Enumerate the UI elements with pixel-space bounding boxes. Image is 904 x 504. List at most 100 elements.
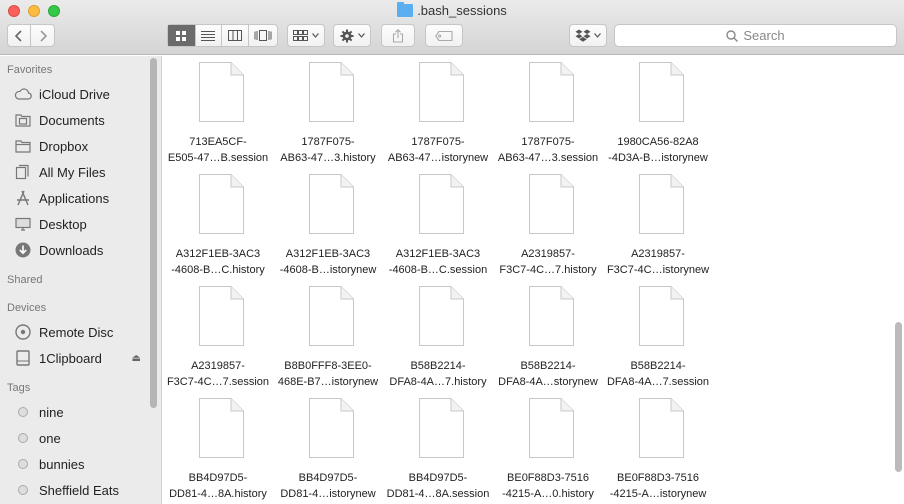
document-icon xyxy=(639,62,684,122)
document-icon xyxy=(529,286,574,346)
sidebar-tag-sheffield-eats[interactable]: Sheffield Eats xyxy=(0,477,161,503)
toolbar: .bash_sessions Search xyxy=(0,0,904,55)
file-name-line2: -4D3A-B…istorynew xyxy=(608,152,708,164)
file-item[interactable]: BB4D97D5- DD81-4…istorynew xyxy=(273,396,383,504)
sidebar-tag-bunnies[interactable]: bunnies xyxy=(0,451,161,477)
tag-dot-icon xyxy=(18,433,28,443)
sidebar-item-label: nine xyxy=(39,404,64,420)
file-item[interactable]: 1980CA56-82A8 -4D3A-B…istorynew xyxy=(603,60,713,170)
file-item[interactable]: 1787F075- AB63-47…3.history xyxy=(273,60,383,170)
file-name-line1: 713EA5CF- xyxy=(189,136,247,148)
file-item[interactable]: B8B0FFF8-3EE0- 468E-B7…istorynew xyxy=(273,284,383,394)
sidebar-item-label: one xyxy=(39,430,61,446)
edit-tags-button[interactable] xyxy=(425,24,463,47)
file-item[interactable]: B58B2214- DFA8-4A…7.history xyxy=(383,284,493,394)
sidebar-item-label: 1Clipboard xyxy=(39,350,102,366)
file-name-line2: AB63-47…3.history xyxy=(280,152,376,164)
file-name-line1: A312F1EB-3AC3 xyxy=(395,248,481,260)
sidebar-scrollbar[interactable] xyxy=(150,58,157,408)
sidebar-item-all-my-files[interactable]: All My Files xyxy=(0,159,161,185)
document-icon xyxy=(639,174,684,234)
file-name-line2: AB63-47…istorynew xyxy=(387,152,489,164)
window-title: .bash_sessions xyxy=(0,2,904,18)
file-name-line2: -4215-A…0.history xyxy=(502,488,594,500)
file-item[interactable]: BE0F88D3-7516 -4215-A…istorynew xyxy=(603,396,713,504)
file-name-line1: A312F1EB-3AC3 xyxy=(175,248,261,260)
file-item[interactable]: 713EA5CF- E505-47…B.session xyxy=(163,60,273,170)
file-item[interactable]: A312F1EB-3AC3 -4608-B…C.session xyxy=(383,172,493,282)
share-icon xyxy=(392,28,404,43)
downloads-icon xyxy=(14,241,32,259)
file-name-line2: F3C7-4C…7.history xyxy=(499,264,597,276)
sidebar-item-label: Sheffield Eats xyxy=(39,482,119,498)
content-scrollbar[interactable] xyxy=(895,322,902,472)
forward-button[interactable] xyxy=(31,25,54,46)
file-name-line1: 1787F075- xyxy=(521,136,575,148)
applications-icon xyxy=(14,189,32,207)
eject-icon[interactable]: ⏏ xyxy=(132,353,141,364)
file-name: A2319857- F3C7-4C…7.history xyxy=(493,246,603,278)
document-icon xyxy=(529,62,574,122)
file-item[interactable]: A312F1EB-3AC3 -4608-B…C.history xyxy=(163,172,273,282)
file-name-line2: -4608-B…C.history xyxy=(171,264,265,276)
sidebar-item-dropbox[interactable]: Dropbox xyxy=(0,133,161,159)
sidebar-item-desktop[interactable]: Desktop xyxy=(0,211,161,237)
file-name-line2: DFA8-4A…7.history xyxy=(389,376,487,388)
file-name-line2: F3C7-4C…istorynew xyxy=(606,264,710,276)
sidebar-item-documents[interactable]: Documents xyxy=(0,107,161,133)
file-name-line1: B58B2214- xyxy=(630,360,686,372)
sidebar-item-1clipboard[interactable]: 1Clipboard ⏏ xyxy=(0,345,161,371)
back-button[interactable] xyxy=(8,25,32,46)
file-item[interactable]: BB4D97D5- DD81-4…8A.session xyxy=(383,396,493,504)
folder-icon xyxy=(397,2,414,17)
list-view-button[interactable] xyxy=(196,25,223,46)
sidebar-tag-nine[interactable]: nine xyxy=(0,399,161,425)
file-name: 1787F075- AB63-47…istorynew xyxy=(383,134,493,166)
file-item[interactable]: B58B2214- DFA8-4A…storynew xyxy=(493,284,603,394)
share-button[interactable] xyxy=(381,24,415,47)
all-files-icon xyxy=(14,163,32,181)
dropbox-button[interactable] xyxy=(569,24,607,47)
file-name-line1: 1787F075- xyxy=(411,136,465,148)
action-button[interactable] xyxy=(333,24,371,47)
arrange-button[interactable] xyxy=(287,24,325,47)
file-item[interactable]: 1787F075- AB63-47…3.session xyxy=(493,60,603,170)
sidebar-item-label: iCloud Drive xyxy=(39,86,110,102)
sidebar-item-downloads[interactable]: Downloads xyxy=(0,237,161,263)
file-name-line2: DD81-4…8A.history xyxy=(169,488,267,500)
file-item[interactable]: A2319857- F3C7-4C…7.history xyxy=(493,172,603,282)
file-name: 1980CA56-82A8 -4D3A-B…istorynew xyxy=(603,134,713,166)
grid-icon xyxy=(176,30,187,41)
sidebar-item-remote-disc[interactable]: Remote Disc xyxy=(0,319,161,345)
sidebar-item-icloud-drive[interactable]: iCloud Drive xyxy=(0,81,161,107)
file-name-line1: B8B0FFF8-3EE0- xyxy=(284,360,372,372)
file-name: B58B2214- DFA8-4A…storynew xyxy=(493,358,603,390)
file-name-line2: -4608-B…istorynew xyxy=(279,264,377,276)
sidebar-item-label: Documents xyxy=(39,112,105,128)
search-placeholder: Search xyxy=(743,28,785,43)
file-item[interactable]: A2319857- F3C7-4C…istorynew xyxy=(603,172,713,282)
icon-view-button[interactable] xyxy=(168,25,196,46)
sidebar-item-label: Downloads xyxy=(39,242,104,258)
tag-dot-icon xyxy=(18,459,28,469)
sidebar-item-applications[interactable]: Applications xyxy=(0,185,161,211)
document-icon xyxy=(309,62,354,122)
column-view-button[interactable] xyxy=(222,25,249,46)
file-name-line2: F3C7-4C…7.session xyxy=(166,376,270,388)
cover-flow-view-button[interactable] xyxy=(249,25,277,46)
search-field[interactable]: Search xyxy=(614,24,897,47)
sidebar-tag-one[interactable]: one xyxy=(0,425,161,451)
file-item[interactable]: BE0F88D3-7516 -4215-A…0.history xyxy=(493,396,603,504)
file-item[interactable]: A2319857- F3C7-4C…7.session xyxy=(163,284,273,394)
file-item[interactable]: B58B2214- DFA8-4A…7.session xyxy=(603,284,713,394)
view-mode-selector xyxy=(167,24,278,47)
shared-header: Shared xyxy=(7,274,43,286)
file-name-line1: 1980CA56-82A8 xyxy=(617,136,699,148)
file-item[interactable]: A312F1EB-3AC3 -4608-B…istorynew xyxy=(273,172,383,282)
document-icon xyxy=(419,62,464,122)
file-name-line2: -4608-B…C.session xyxy=(388,264,488,276)
file-item[interactable]: 1787F075- AB63-47…istorynew xyxy=(383,60,493,170)
file-item[interactable]: BB4D97D5- DD81-4…8A.history xyxy=(163,396,273,504)
folder-icon xyxy=(14,137,32,155)
file-name-line2: DFA8-4A…storynew xyxy=(498,376,598,388)
